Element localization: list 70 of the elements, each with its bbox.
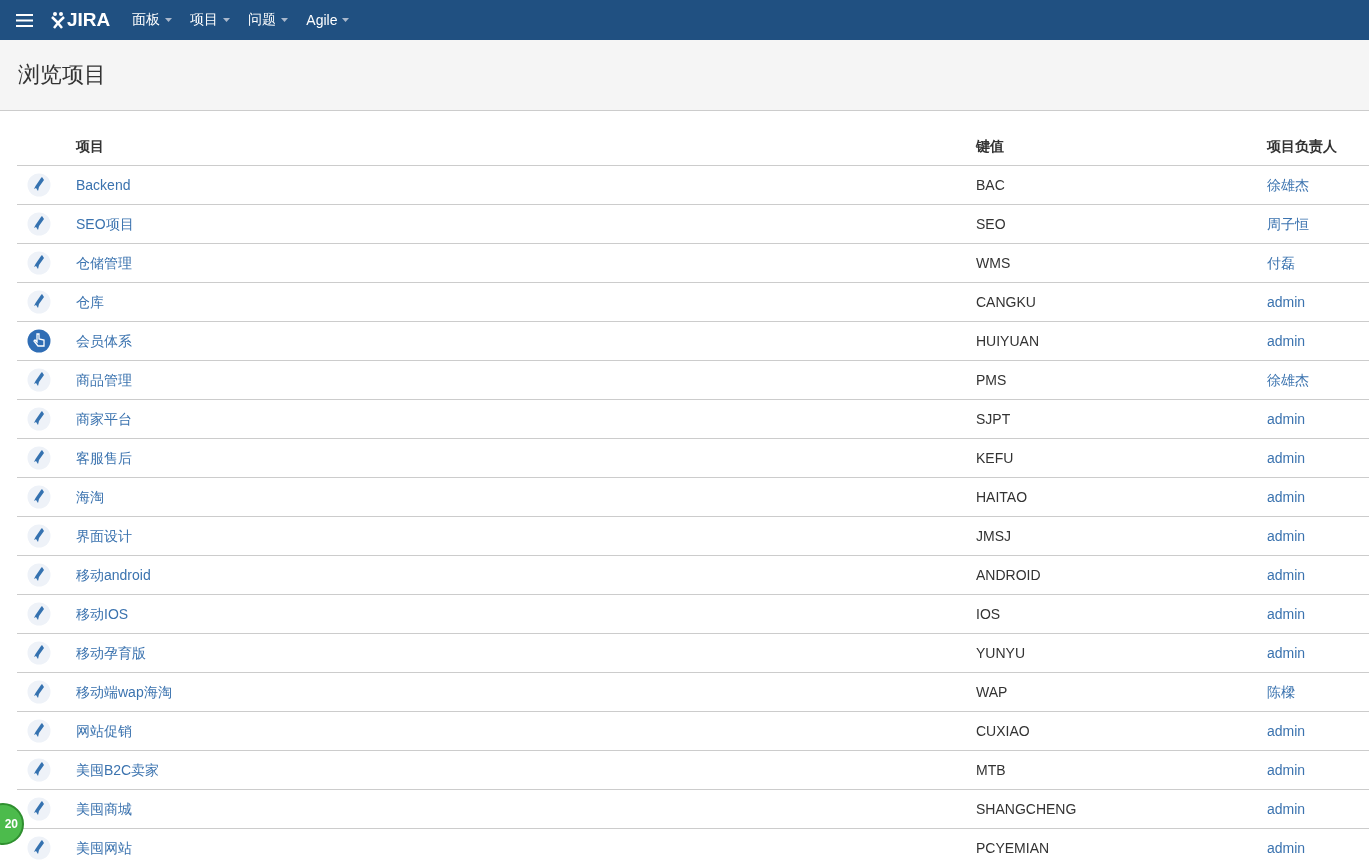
page-title: 浏览项目: [18, 61, 106, 89]
project-key: JMSJ: [976, 528, 1267, 544]
project-lead-link[interactable]: admin: [1267, 411, 1306, 427]
column-header: 项目: [76, 138, 105, 156]
project-key: HAITAO: [976, 489, 1267, 505]
caret-icon: [223, 18, 231, 22]
project-link[interactable]: 会员体系: [76, 332, 132, 349]
project-link[interactable]: 客服售后: [76, 449, 132, 466]
project-lead-link[interactable]: admin: [1267, 567, 1306, 583]
nav-menu[interactable]: 项目: [190, 11, 231, 29]
project-lead-link[interactable]: admin: [1267, 762, 1306, 778]
nav-menu[interactable]: 问题: [248, 11, 289, 29]
project-key: PCYEMIAN: [976, 840, 1267, 856]
project-key: KEFU: [976, 450, 1267, 466]
menu-icon[interactable]: [16, 13, 33, 27]
project-key: BAC: [976, 177, 1267, 193]
project-lead-link[interactable]: admin: [1267, 528, 1306, 544]
project-lead-link[interactable]: admin: [1267, 840, 1306, 856]
project-lead-link[interactable]: 徐雄杰: [1267, 371, 1309, 388]
project-link[interactable]: 移动IOS: [76, 605, 129, 622]
project-lead-link[interactable]: admin: [1267, 450, 1306, 466]
column-header: 键值: [976, 138, 1005, 156]
project-key: SEO: [976, 216, 1267, 232]
project-link[interactable]: 仓库: [76, 293, 104, 310]
project-link[interactable]: 美囤商城: [76, 800, 132, 817]
project-lead-link[interactable]: admin: [1267, 294, 1306, 310]
project-link[interactable]: 商品管理: [76, 371, 132, 388]
project-key: SHANGCHENG: [976, 801, 1267, 817]
project-link[interactable]: 网站促销: [76, 722, 132, 739]
project-key: MTB: [976, 762, 1267, 778]
project-link[interactable]: 商家平台: [76, 410, 132, 427]
project-key: ANDROID: [976, 567, 1267, 583]
project-link[interactable]: 美囤网站: [76, 839, 132, 856]
project-link[interactable]: 海淘: [76, 488, 104, 505]
nav-menu[interactable]: Agile: [306, 12, 350, 28]
project-key: WMS: [976, 255, 1267, 271]
project-lead-link[interactable]: 周子恒: [1267, 215, 1309, 232]
project-lead-link[interactable]: admin: [1267, 723, 1306, 739]
project-link[interactable]: SEO项目: [76, 215, 134, 232]
project-key: SJPT: [976, 411, 1267, 427]
project-key: IOS: [976, 606, 1267, 622]
project-lead-link[interactable]: admin: [1267, 801, 1306, 817]
project-link[interactable]: 移动端wap海淘: [76, 683, 172, 700]
project-link[interactable]: 美囤B2C卖家: [76, 761, 160, 778]
pointing-hand-icon: [27, 329, 51, 353]
project-key: CANGKU: [976, 294, 1267, 310]
project-key: YUNYU: [976, 645, 1267, 661]
nav-menu[interactable]: 面板: [132, 11, 173, 29]
project-link[interactable]: 界面设计: [76, 527, 132, 544]
column-header: 项目负责人: [1267, 138, 1338, 156]
project-lead-link[interactable]: admin: [1267, 333, 1306, 349]
caret-icon: [281, 18, 289, 22]
project-link[interactable]: 移动孕育版: [76, 644, 146, 661]
project-lead-link[interactable]: admin: [1267, 606, 1306, 622]
caret-icon: [165, 18, 173, 22]
project-link[interactable]: 仓储管理: [76, 254, 132, 271]
project-lead-link[interactable]: admin: [1267, 645, 1306, 661]
project-key: WAP: [976, 684, 1267, 700]
project-link[interactable]: 移动android: [76, 566, 151, 583]
project-key: HUIYUAN: [976, 333, 1267, 349]
project-lead-link[interactable]: 付磊: [1267, 254, 1295, 271]
project-link[interactable]: Backend: [76, 177, 131, 193]
project-lead-link[interactable]: 陈樑: [1267, 683, 1295, 700]
project-key: CUXIAO: [976, 723, 1267, 739]
project-lead-link[interactable]: admin: [1267, 489, 1306, 505]
logo-icon: [51, 11, 65, 29]
project-lead-link[interactable]: 徐雄杰: [1267, 176, 1309, 193]
caret-icon: [342, 18, 350, 22]
logo-text[interactable]: JIRA: [67, 9, 111, 31]
project-key: PMS: [976, 372, 1267, 388]
